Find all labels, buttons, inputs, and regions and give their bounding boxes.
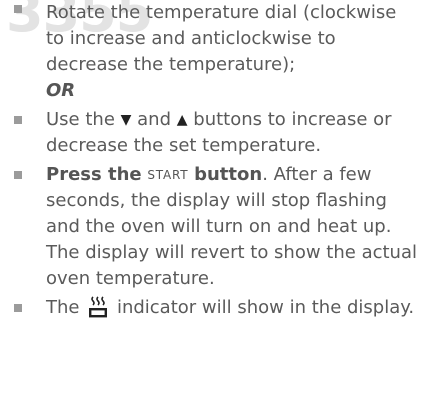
bullet-icon <box>14 5 22 13</box>
item-text-before: The <box>46 297 80 318</box>
list-item: Press the START button. After a few seco… <box>0 162 423 292</box>
list-item: Rotate the temperature dial (clockwise t… <box>0 0 423 104</box>
item-text-after: indicator will show in the display. <box>116 297 415 318</box>
list-item: Use the ▼ and ▲ buttons to increase or d… <box>0 107 423 159</box>
down-arrow-icon: ▼ <box>120 112 132 128</box>
heat-indicator-icon <box>87 295 109 327</box>
press-label: Press the <box>46 164 142 185</box>
up-arrow-icon: ▲ <box>176 112 188 128</box>
or-label: OR <box>46 80 76 101</box>
item-text: Rotate the temperature dial (clockwise t… <box>46 2 397 75</box>
item-text-before: Use the <box>46 109 115 130</box>
list-item: The indicator will show in the display. <box>0 295 423 327</box>
instruction-list: Rotate the temperature dial (clockwise t… <box>0 0 423 330</box>
start-button-label: START <box>147 168 189 182</box>
button-word: button <box>194 164 263 185</box>
bullet-icon <box>14 171 22 179</box>
bullet-icon <box>14 304 22 312</box>
item-text-middle: and <box>137 109 172 130</box>
bullet-icon <box>14 116 22 124</box>
